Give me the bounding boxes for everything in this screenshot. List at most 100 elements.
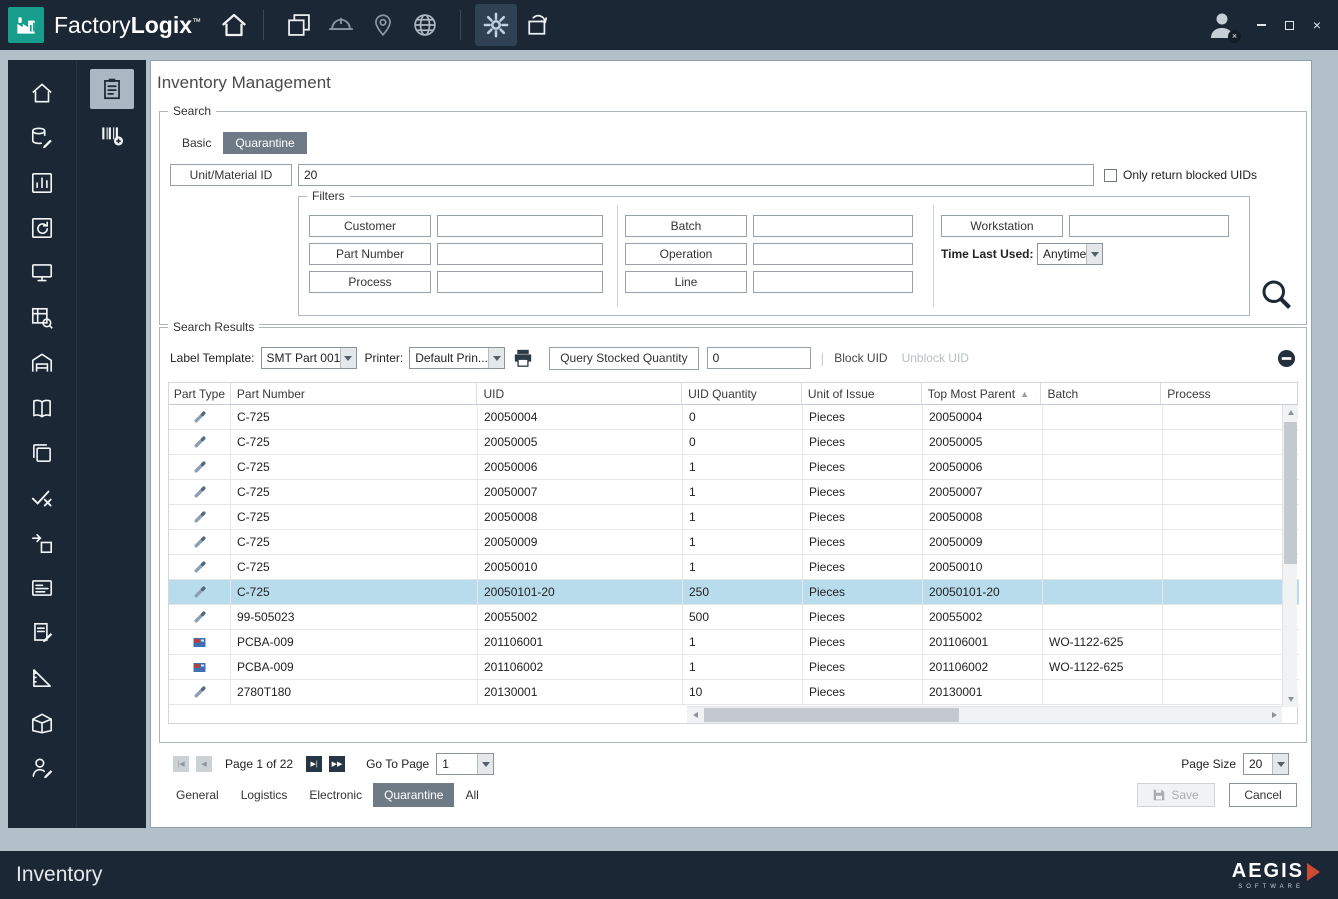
tab-quarantine[interactable]: Quarantine bbox=[223, 132, 306, 154]
column-header-part-number[interactable]: Part Number bbox=[231, 383, 478, 404]
sidebar-item-clipboard-list[interactable] bbox=[90, 69, 134, 109]
table-row[interactable]: C-725200500081Pieces20050008 bbox=[169, 505, 1299, 530]
sidebar-item-book[interactable] bbox=[18, 385, 66, 430]
label-template-dropdown[interactable]: SMT Part 001 bbox=[261, 347, 357, 369]
process-filter-button[interactable]: Process bbox=[309, 271, 431, 293]
table-row[interactable]: C-725200500040Pieces20050004 bbox=[169, 405, 1299, 430]
vertical-scroll-thumb[interactable] bbox=[1284, 422, 1297, 564]
blocked-uids-checkbox[interactable] bbox=[1104, 169, 1117, 182]
workstation-filter-button[interactable]: Workstation bbox=[941, 215, 1063, 237]
stocked-quantity-input[interactable] bbox=[707, 347, 811, 369]
previous-page-button[interactable]: ◀ bbox=[196, 756, 212, 772]
sidebar-item-refresh-box[interactable] bbox=[18, 205, 66, 250]
unblock-uid-button[interactable]: Unblock UID bbox=[902, 351, 969, 365]
sidebar-item-barcode-add[interactable] bbox=[90, 117, 134, 153]
sidebar-item-monitor[interactable] bbox=[18, 250, 66, 295]
sidebar-item-box-arrow[interactable] bbox=[18, 520, 66, 565]
home-button[interactable] bbox=[219, 10, 249, 40]
sidebar-item-home[interactable] bbox=[18, 70, 66, 115]
sidebar-item-form[interactable] bbox=[18, 565, 66, 610]
horizontal-scroll-thumb[interactable] bbox=[704, 708, 959, 722]
user-account-icon[interactable]: × bbox=[1206, 9, 1238, 41]
page-size-dropdown[interactable]: 20 bbox=[1243, 753, 1289, 775]
filters-divider bbox=[933, 205, 934, 307]
scroll-down-icon[interactable] bbox=[1283, 692, 1298, 707]
unit-material-id-input[interactable] bbox=[298, 164, 1094, 186]
column-header-uid-quantity[interactable]: UID Quantity bbox=[682, 383, 802, 404]
sidebar-item-package[interactable] bbox=[18, 700, 66, 745]
query-stocked-quantity-button[interactable]: Query Stocked Quantity bbox=[549, 347, 698, 370]
go-to-page-dropdown[interactable]: 1 bbox=[436, 753, 494, 775]
hardhat-button[interactable] bbox=[320, 4, 362, 46]
operation-filter-button[interactable]: Operation bbox=[625, 243, 747, 265]
unit-material-id-button[interactable]: Unit/Material ID bbox=[170, 164, 292, 186]
horizontal-scrollbar[interactable] bbox=[687, 706, 1282, 723]
tab-general[interactable]: General bbox=[165, 783, 230, 807]
scroll-up-icon[interactable] bbox=[1283, 405, 1298, 420]
table-row[interactable]: 99-50502320055002500Pieces20055002 bbox=[169, 605, 1299, 630]
scroll-left-icon[interactable] bbox=[687, 707, 703, 723]
process-filter-input[interactable] bbox=[437, 271, 603, 293]
sidebar-item-grid-search[interactable] bbox=[18, 295, 66, 340]
time-last-used-dropdown[interactable]: Anytime bbox=[1037, 243, 1103, 265]
table-row[interactable]: C-72520050101-20250Pieces20050101-20 bbox=[169, 580, 1299, 605]
batch-filter-button[interactable]: Batch bbox=[625, 215, 747, 237]
sidebar-item-doc-edit[interactable] bbox=[18, 610, 66, 655]
sidebar-item-warehouse[interactable] bbox=[18, 340, 66, 385]
close-icon[interactable]: × bbox=[1308, 16, 1326, 34]
first-page-button[interactable]: |◀ bbox=[173, 756, 189, 772]
line-filter-input[interactable] bbox=[753, 271, 913, 293]
sidebar-item-copy[interactable] bbox=[18, 430, 66, 475]
batch-filter-input[interactable] bbox=[753, 215, 913, 237]
column-header-uid[interactable]: UID bbox=[477, 383, 682, 404]
column-header-top-most-parent[interactable]: Top Most Parent▲ bbox=[922, 383, 1042, 404]
tab-all[interactable]: All bbox=[454, 783, 489, 807]
sidebar-item-database-edit[interactable] bbox=[18, 115, 66, 160]
block-uid-button[interactable]: Block UID bbox=[834, 351, 887, 365]
remove-uid-button[interactable] bbox=[1277, 349, 1296, 368]
sidebar-item-user-edit[interactable] bbox=[18, 745, 66, 790]
part-number-filter-input[interactable] bbox=[437, 243, 603, 265]
history-button[interactable] bbox=[517, 4, 559, 46]
next-page-button[interactable]: ▶| bbox=[306, 756, 322, 772]
maximize-icon[interactable] bbox=[1280, 16, 1298, 34]
location-pin-button[interactable] bbox=[362, 4, 404, 46]
printer-dropdown[interactable]: Default Prin... bbox=[409, 347, 505, 369]
table-row[interactable]: C-725200500071Pieces20050007 bbox=[169, 480, 1299, 505]
table-row[interactable]: C-725200500091Pieces20050009 bbox=[169, 530, 1299, 555]
minimize-icon[interactable] bbox=[1252, 16, 1270, 34]
column-header-unit-of-issue[interactable]: Unit of Issue bbox=[802, 383, 922, 404]
tab-electronic[interactable]: Electronic bbox=[298, 783, 373, 807]
line-filter-button[interactable]: Line bbox=[625, 271, 747, 293]
tab-quarantine-bottom[interactable]: Quarantine bbox=[373, 783, 454, 807]
globe-button[interactable] bbox=[404, 4, 446, 46]
sidebar-item-check-x[interactable] bbox=[18, 475, 66, 520]
table-row[interactable]: C-725200500050Pieces20050005 bbox=[169, 430, 1299, 455]
table-row[interactable]: PCBA-0092011060011Pieces201106001WO-1122… bbox=[169, 630, 1299, 655]
table-row[interactable]: PCBA-0092011060021Pieces201106002WO-1122… bbox=[169, 655, 1299, 680]
sidebar-item-chart-box[interactable] bbox=[18, 160, 66, 205]
cancel-button[interactable]: Cancel bbox=[1229, 783, 1297, 807]
scroll-right-icon[interactable] bbox=[1266, 707, 1282, 723]
run-search-button[interactable] bbox=[1258, 276, 1294, 312]
column-header-batch[interactable]: Batch bbox=[1041, 383, 1161, 404]
settings-gear-button[interactable] bbox=[475, 4, 517, 46]
column-header-part-type[interactable]: Part Type bbox=[169, 383, 231, 404]
workstation-filter-input[interactable] bbox=[1069, 215, 1229, 237]
operation-filter-input[interactable] bbox=[753, 243, 913, 265]
last-page-button[interactable]: ▶▶ bbox=[329, 756, 345, 772]
table-row[interactable]: C-725200500061Pieces20050006 bbox=[169, 455, 1299, 480]
part-number-filter-button[interactable]: Part Number bbox=[309, 243, 431, 265]
layers-button[interactable] bbox=[278, 4, 320, 46]
tab-logistics[interactable]: Logistics bbox=[230, 783, 299, 807]
table-row[interactable]: C-725200500101Pieces20050010 bbox=[169, 555, 1299, 580]
vertical-scrollbar[interactable] bbox=[1282, 405, 1297, 707]
customer-filter-button[interactable]: Customer bbox=[309, 215, 431, 237]
customer-filter-input[interactable] bbox=[437, 215, 603, 237]
table-row[interactable]: 2780T1802013000110Pieces20130001 bbox=[169, 680, 1299, 705]
column-header-process[interactable]: Process bbox=[1161, 383, 1297, 404]
tab-basic[interactable]: Basic bbox=[170, 132, 223, 154]
save-button[interactable]: Save bbox=[1137, 783, 1215, 807]
sidebar-item-ruler[interactable] bbox=[18, 655, 66, 700]
print-button[interactable] bbox=[513, 349, 533, 367]
